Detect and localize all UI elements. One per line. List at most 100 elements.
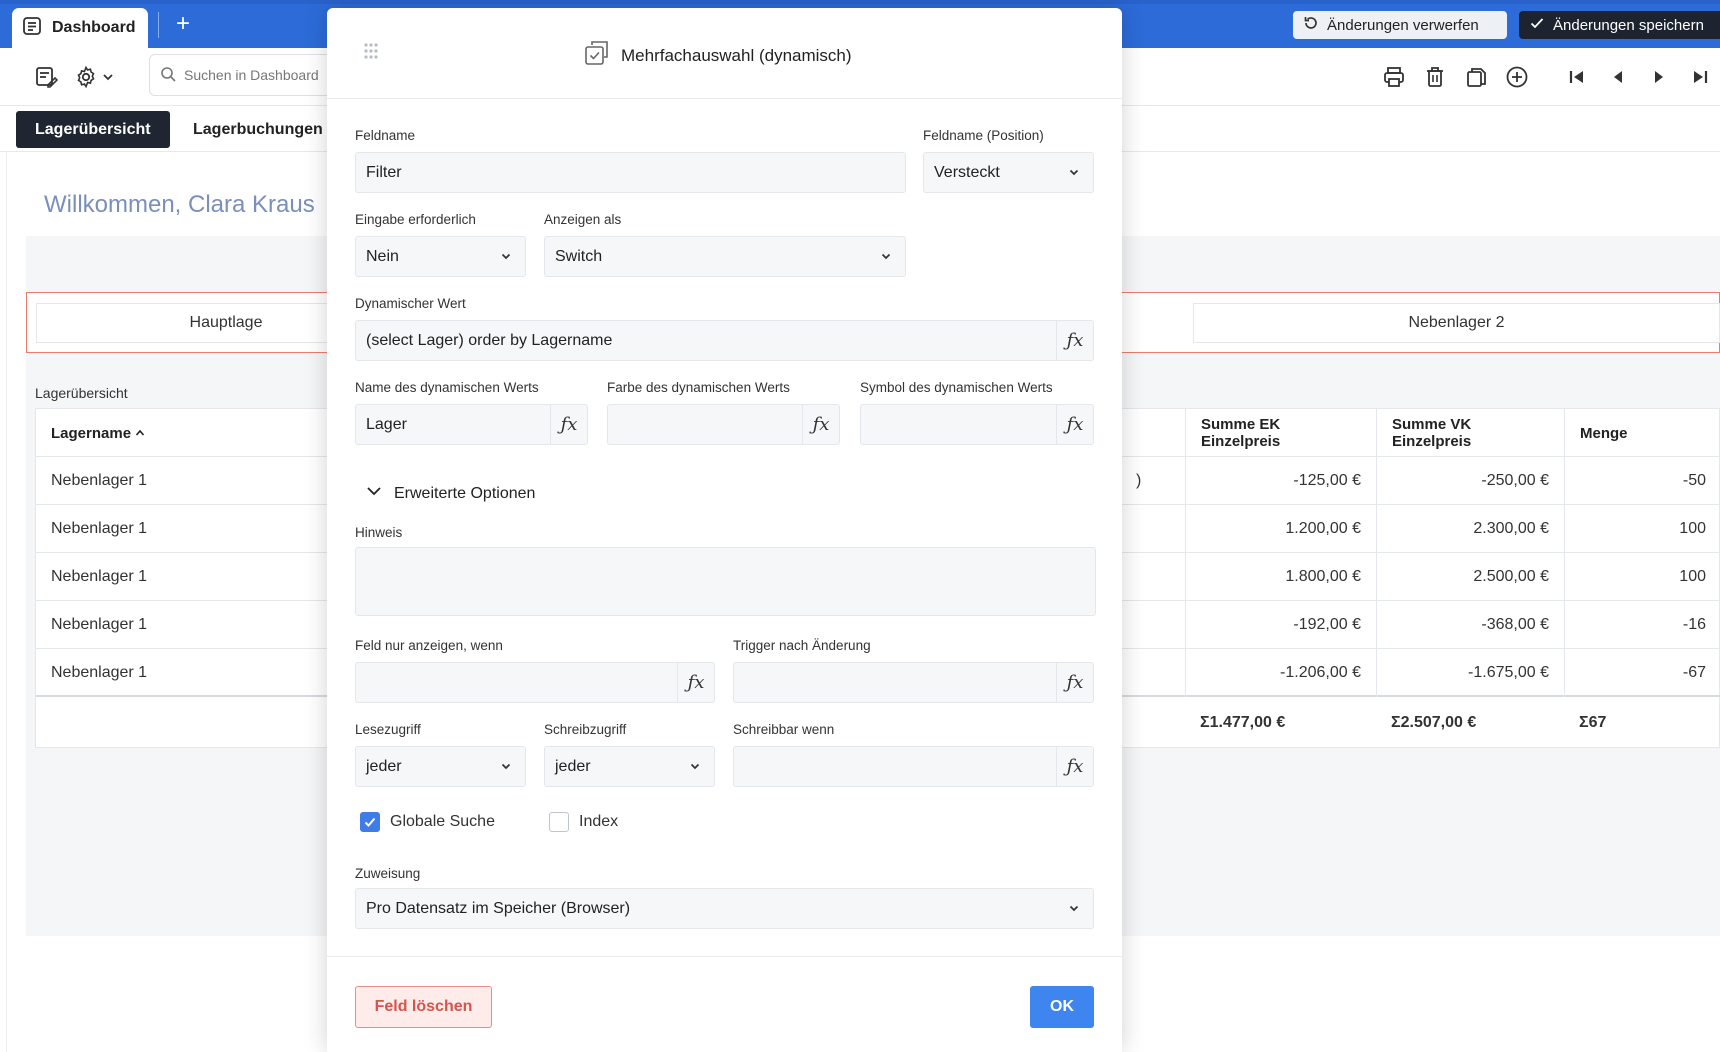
dialog-footer-divider [327,956,1122,957]
schreibzugriff-select[interactable]: jeder [544,746,715,787]
feldname-position-label: Feldname (Position) [923,128,1044,143]
chevron-down-icon [499,759,513,773]
filter-item-nebenlager-2[interactable]: Nebenlager 2 [1193,303,1720,343]
cell-vk: -250,00 € [1376,457,1564,505]
dyn-wert-value: (select Lager) order by Lagername [366,331,613,349]
first-record-icon[interactable] [1563,63,1591,91]
advanced-options-toggle[interactable]: Erweiterte Optionen [365,482,535,505]
dyn-name-input[interactable]: Lager ƒx [355,404,588,445]
ok-button[interactable]: OK [1030,986,1094,1028]
lesezugriff-select[interactable]: jeder [355,746,526,787]
cell-lagername: Nebenlager 1 [51,616,148,633]
trigger-input[interactable]: ƒx [733,662,1094,703]
hinweis-label: Hinweis [355,525,403,540]
feldname-value: Filter [366,163,402,181]
duplicate-icon[interactable] [1462,63,1490,91]
formula-icon[interactable]: ƒx [1056,405,1093,444]
formula-icon[interactable]: ƒx [1056,321,1093,360]
eingabe-select[interactable]: Nein [355,236,526,277]
sort-ascending-icon [135,425,145,442]
chevron-down-icon[interactable] [100,63,116,91]
gear-icon[interactable] [72,63,100,91]
globale-suche-checkbox[interactable]: Globale Suche [360,812,495,832]
trash-icon[interactable] [1421,63,1449,91]
index-checkbox[interactable]: Index [549,812,618,832]
print-icon[interactable] [1380,63,1408,91]
formula-icon[interactable]: ƒx [1056,747,1093,786]
feldname-position-value: Versteckt [934,163,1000,181]
column-header-menge[interactable]: Menge [1564,409,1720,457]
trigger-label: Trigger nach Änderung [733,638,871,653]
cell-ek: -192,00 € [1185,601,1376,649]
tab-lageruebersicht[interactable]: Lagerübersicht [16,111,170,148]
formula-icon[interactable]: ƒx [1056,663,1093,702]
formula-icon[interactable]: ƒx [802,405,839,444]
dialog-title-wrap: Mehrfachauswahl (dynamisch) [583,39,852,72]
sum-menge: Σ67 [1579,714,1607,731]
column-header-vk[interactable]: Summe VK Einzelpreis [1376,409,1564,457]
drag-handle-icon[interactable] [362,42,380,64]
nur-anzeigen-label: Feld nur anzeigen, wenn [355,638,503,653]
hinweis-textarea[interactable] [355,547,1096,616]
welcome-heading: Willkommen, Clara Kraus [44,191,315,218]
feldname-position-select[interactable]: Versteckt [923,152,1094,193]
save-changes-button[interactable]: Änderungen speichern [1519,11,1720,39]
search-input[interactable]: Suchen in Dashboard [149,54,339,96]
dashboard-tab[interactable]: Dashboard [12,8,148,48]
chevron-down-icon [365,482,383,505]
last-record-icon[interactable] [1686,63,1714,91]
discard-changes-button[interactable]: Änderungen verwerfen [1293,11,1507,39]
search-placeholder: Suchen in Dashboard [184,67,319,83]
zuweisung-select[interactable]: Pro Datensatz im Speicher (Browser) [355,888,1094,929]
cell-lagername: Nebenlager 1 [51,520,148,537]
dyn-wert-label: Dynamischer Wert [355,296,466,311]
schreibzugriff-label: Schreibzugriff [544,722,627,737]
cell-menge: 100 [1564,505,1720,553]
field-settings-dialog: Mehrfachauswahl (dynamisch) Feldname Fil… [327,8,1122,1052]
globale-suche-label: Globale Suche [390,813,495,830]
column-header-ek[interactable]: Summe EK Einzelpreis [1185,409,1376,457]
delete-field-button[interactable]: Feld löschen [355,986,492,1028]
anzeigen-value: Switch [555,247,603,265]
nur-anzeigen-input[interactable]: ƒx [355,662,715,703]
column-header-label: Lagername [51,424,132,442]
previous-record-icon[interactable] [1604,63,1632,91]
column-header-lagername[interactable]: Lagername [36,409,336,457]
cell-vk: 2.300,00 € [1376,505,1564,553]
dialog-title: Mehrfachauswahl (dynamisch) [621,45,852,65]
lesezugriff-label: Lesezugriff [355,722,421,737]
dyn-wert-input[interactable]: (select Lager) order by Lagername ƒx [355,320,1094,361]
cell-lagername: Nebenlager 1 [51,472,148,489]
zuweisung-label: Zuweisung [355,866,421,881]
grid-title: Lagerübersicht [35,385,128,401]
cell-vk: -1.675,00 € [1376,649,1564,697]
cell-ek: -1.206,00 € [1185,649,1376,697]
schreibbar-input[interactable]: ƒx [733,746,1094,787]
cell-menge: -67 [1564,649,1720,697]
eingabe-label: Eingabe erforderlich [355,212,476,227]
anzeigen-select[interactable]: Switch [544,236,906,277]
add-tab-icon[interactable]: + [170,12,196,38]
dyn-farbe-input[interactable]: ƒx [607,404,840,445]
feldname-input[interactable]: Filter [355,152,906,193]
add-circle-icon[interactable] [1503,63,1531,91]
cell-menge: 100 [1564,553,1720,601]
checkbox-checked-icon [360,812,380,832]
dyn-name-label: Name des dynamischen Werts [355,380,539,395]
formula-icon[interactable]: ƒx [550,405,587,444]
cell-ek: 1.800,00 € [1185,553,1376,601]
tab-lagerbuchungen[interactable]: Lagerbuchungen [174,111,342,148]
dyn-farbe-label: Farbe des dynamischen Werts [607,380,790,395]
chevron-down-icon [1067,165,1081,179]
chevron-down-icon [688,759,702,773]
dyn-symbol-input[interactable]: ƒx [860,404,1094,445]
save-changes-label: Änderungen speichern [1553,16,1704,34]
cell-ek: 1.200,00 € [1185,505,1376,553]
edit-table-icon[interactable] [32,63,60,91]
dashboard-tab-label: Dashboard [52,19,136,36]
feldname-label: Feldname [355,128,416,143]
formula-icon[interactable]: ƒx [677,663,714,702]
index-label: Index [579,813,619,830]
next-record-icon[interactable] [1645,63,1673,91]
advanced-options-label: Erweiterte Optionen [394,484,536,502]
